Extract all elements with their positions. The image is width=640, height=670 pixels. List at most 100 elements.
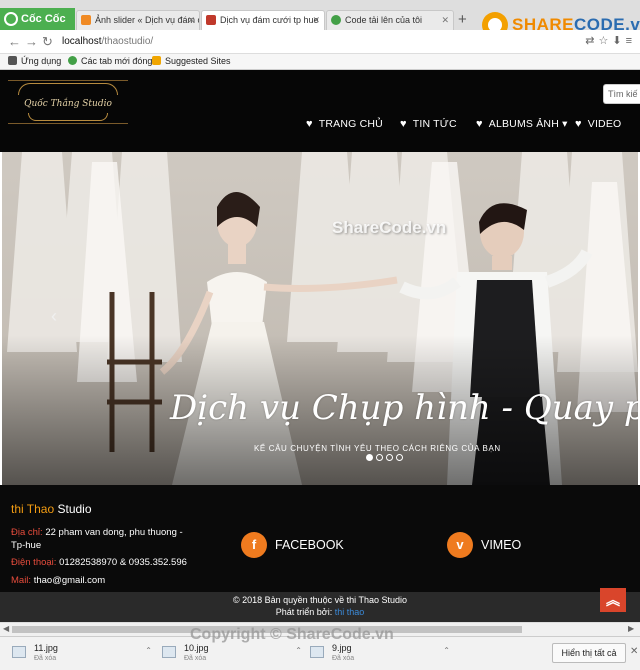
close-tab-icon[interactable]: ✕ [312, 11, 320, 29]
url-field[interactable]: localhost/thaostudio/ [62, 34, 602, 50]
bookmarks-bar: Ứng dụng Các tab mới đóng Suggested Site… [0, 54, 640, 70]
slider-prev-button[interactable]: ‹ [51, 306, 57, 327]
address-bar: ← → ↻ localhost/thaostudio/ ⇄☆⬇≡ [0, 30, 640, 54]
bookmark-apps[interactable]: Ứng dụng [8, 56, 61, 66]
menu-item-albums-anh[interactable]: ♥ ALBUMS ẢNH ▾ [476, 118, 568, 130]
menu-item-video[interactable]: ♥ VIDEO [575, 118, 621, 130]
bookmark-suggested[interactable]: Suggested Sites [152, 56, 231, 66]
tab-label: Dịch vụ đám cưới tp hue [220, 15, 319, 25]
download-filename: 11.jpg [34, 643, 58, 653]
menu-label: TIN TỨC [412, 118, 457, 130]
menu-label: TRANG CHỦ [318, 118, 383, 130]
studio-name-highlight: thi Thao [11, 502, 55, 516]
download-status: Đã xóa [34, 655, 57, 662]
download-filename: 10.jpg [184, 643, 209, 653]
back-arrow-icon[interactable]: ← [8, 34, 21, 49]
studio-logo[interactable]: Quốc Thắng Studio [8, 80, 128, 124]
copyright-text: © 2018 Bản quyền thuộc về thi Thao Studi… [232, 595, 408, 605]
facebook-label: FACEBOOK [275, 538, 344, 552]
download-status: Đã xóa [184, 655, 207, 662]
bookmark-label: Suggested Sites [165, 56, 231, 66]
studio-name-rest: Studio [54, 502, 92, 516]
download-item[interactable]: 11.jpg Đã xóa ⌃ [12, 643, 152, 667]
vimeo-label: VIMEO [481, 538, 522, 552]
tab-code-tai-len[interactable]: Code tải lên của tôi ✕ [326, 10, 454, 30]
slider-dot[interactable] [386, 454, 393, 461]
vimeo-link[interactable]: v VIMEO [447, 532, 521, 558]
download-arrow-icon[interactable]: ⬇ [612, 35, 625, 47]
bookmark-label: Các tab mới đóng [81, 56, 153, 66]
close-tab-icon[interactable]: ✕ [187, 11, 195, 29]
site-header: Quốc Thắng Studio Tìm kiế [0, 70, 640, 152]
slider-dot[interactable] [376, 454, 383, 461]
close-downloads-icon[interactable]: ✕ [630, 646, 638, 657]
developer-link[interactable]: thi thao [335, 607, 365, 617]
address-label: Địa chỉ: [11, 527, 46, 538]
heart-icon: ♥ [400, 118, 407, 130]
copyright-watermark: Copyright © ShareCode.vn [190, 626, 394, 643]
chevron-down-icon: ▾ [562, 118, 568, 130]
mail-label: Mail: [11, 575, 34, 586]
footer-studio-name: thi Thao Studio [11, 502, 92, 516]
close-tab-icon[interactable]: ✕ [441, 11, 449, 29]
bookmark-closed-tabs[interactable]: Các tab mới đóng [68, 56, 152, 66]
new-tab-button[interactable]: + [458, 11, 467, 28]
coccoc-brand-button[interactable]: Cốc Cốc [0, 8, 75, 30]
download-filename: 9.jpg [332, 643, 352, 653]
tab-dich-vu[interactable]: Dịch vụ đám cưới tp hue ✕ [201, 10, 325, 30]
scroll-right-icon[interactable]: ▶ [628, 624, 634, 633]
forward-arrow-icon[interactable]: → [25, 34, 38, 49]
brand-label: Cốc Cốc [21, 13, 66, 25]
phone-label: Điện thoại: [11, 557, 60, 568]
download-status: Đã xóa [332, 655, 355, 662]
chevron-up-icon[interactable]: ⌃ [295, 646, 302, 655]
url-host: localhost [62, 36, 102, 47]
sharecode-watermark: ShareCode.vn [332, 218, 447, 237]
slide-title: Dịch vụ Chụp hình - Quay phim [170, 388, 638, 428]
chevron-up-icon[interactable]: ⌃ [443, 646, 450, 655]
coccoc-logo-icon [4, 12, 18, 27]
menu-label: ALBUMS ẢNH [488, 118, 559, 130]
vimeo-icon: v [447, 532, 473, 558]
wedding-photo-illustration [2, 152, 638, 485]
hero-slider[interactable]: ‹ ShareCode.vn Dịch vụ Chụp hình - Quay … [2, 152, 638, 485]
copyright-bar: © 2018 Bản quyền thuộc về thi Thao Studi… [0, 592, 640, 622]
site-favicon-icon [206, 15, 216, 25]
phone-value: 01282538970 & 0935.352.596 [59, 557, 187, 568]
logo-ornament [18, 83, 118, 95]
wordpress-favicon-icon [81, 15, 91, 25]
tab-label: Ảnh slider « Dịch vụ đám c [95, 15, 200, 25]
tab-label: Code tải lên của tôi [345, 15, 423, 25]
image-file-icon [310, 646, 324, 658]
address-bar-icons: ⇄☆⬇≡ [585, 34, 636, 47]
sharecode-favicon-icon [331, 15, 341, 25]
slider-dot[interactable] [396, 454, 403, 461]
heart-icon: ♥ [306, 118, 313, 130]
bing-icon [152, 56, 161, 65]
footer-address: Địa chỉ: 22 pham van dong, phu thuong - … [11, 526, 191, 552]
logo-ornament [28, 113, 108, 121]
star-icon[interactable]: ☆ [598, 35, 612, 47]
url-path: /thaostudio/ [101, 36, 154, 47]
download-item[interactable]: 10.jpg Đã xóa ⌃ [162, 643, 302, 667]
reload-icon[interactable]: ↻ [42, 34, 53, 50]
facebook-link[interactable]: f FACEBOOK [241, 532, 344, 558]
menu-icon[interactable]: ≡ [626, 35, 636, 47]
slider-indicators [366, 452, 406, 464]
back-to-top-button[interactable]: ︽ [600, 588, 626, 612]
scroll-left-icon[interactable]: ◀ [3, 624, 9, 633]
show-all-downloads-button[interactable]: Hiển thị tất cả [552, 643, 626, 663]
footer-mail: Mail: thao@gmail.com [11, 574, 105, 587]
logo-text: Quốc Thắng Studio [24, 99, 112, 109]
download-item[interactable]: 9.jpg Đã xóa ⌃ [310, 643, 450, 667]
search-input[interactable]: Tìm kiế [603, 84, 640, 104]
mail-value[interactable]: thao@gmail.com [34, 575, 105, 586]
slider-dot[interactable] [366, 454, 373, 461]
translate-icon[interactable]: ⇄ [585, 35, 598, 47]
developer-credit: Phát triển bởi: thi thao [0, 607, 640, 617]
tab-anh-slider[interactable]: Ảnh slider « Dịch vụ đám c ✕ [76, 10, 200, 30]
site-footer: thi Thao Studio Địa chỉ: 22 pham van don… [0, 485, 640, 592]
chevron-up-icon[interactable]: ⌃ [145, 646, 152, 655]
menu-item-trang-chu[interactable]: ♥ TRANG CHỦ [306, 118, 383, 130]
menu-item-tin-tuc[interactable]: ♥ TIN TỨC [400, 118, 457, 130]
